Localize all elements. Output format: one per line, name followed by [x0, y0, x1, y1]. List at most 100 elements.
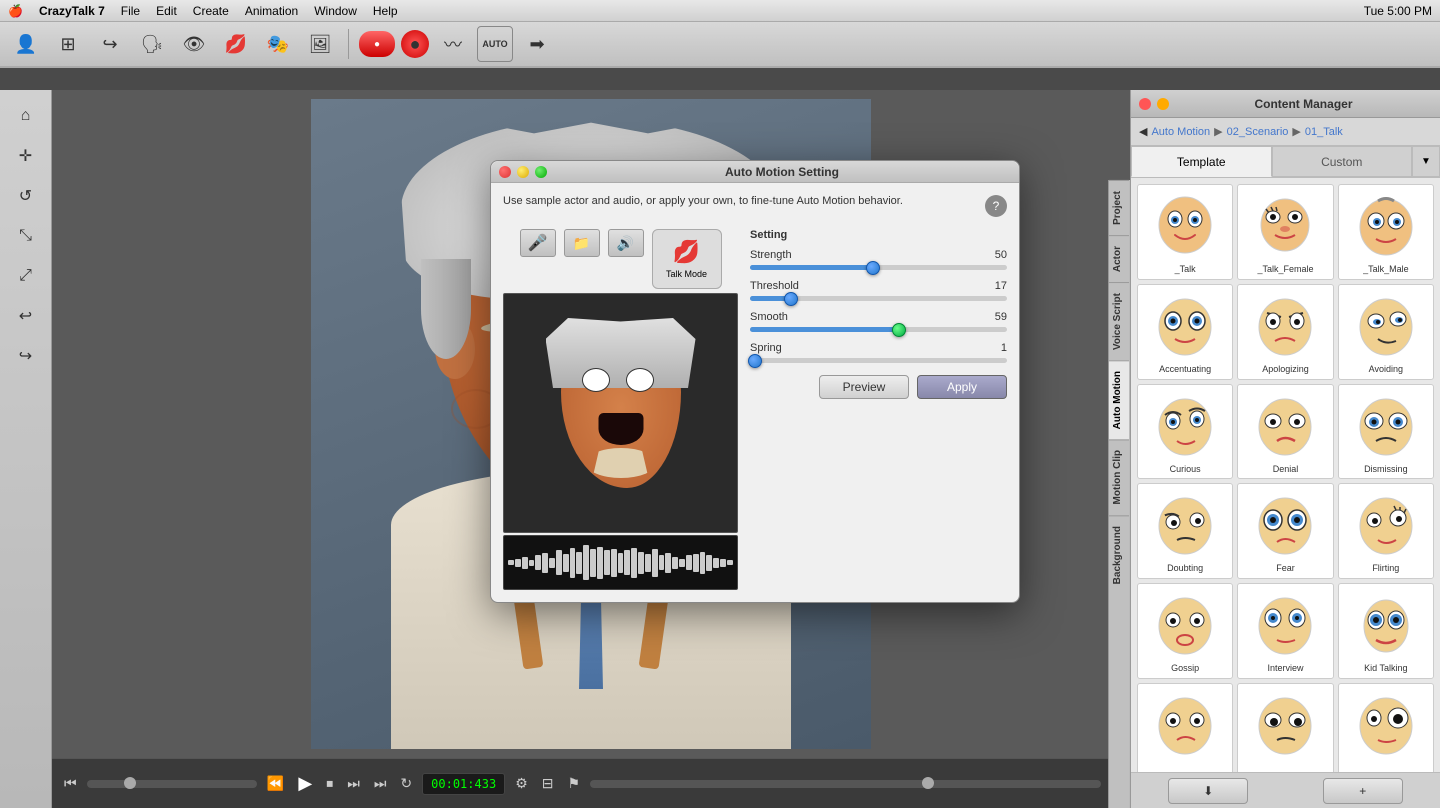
separator-1 [348, 29, 349, 59]
rotate-btn[interactable]: ↺ [8, 178, 44, 214]
cm-grid: _Talk [1131, 178, 1440, 772]
apply-button[interactable]: Apply [917, 375, 1007, 399]
export-btn[interactable]: ➡ [519, 26, 555, 62]
item-label: Gossip [1171, 663, 1199, 674]
list-item[interactable]: _Talk_Female [1237, 184, 1333, 280]
side-tabs: Project Actor Voice Script Auto Motion M… [1108, 180, 1130, 808]
cm-download-btn[interactable]: ⬇ [1168, 778, 1248, 804]
head-btn[interactable]: 🗣 [134, 26, 170, 62]
motion-btn[interactable]: ↪ [92, 26, 128, 62]
move-btn[interactable]: ✛ [8, 138, 44, 174]
strength-slider[interactable] [750, 265, 1007, 270]
threshold-value: 17 [995, 280, 1007, 292]
audio-btn[interactable]: 〰 [435, 26, 471, 62]
undo-btn[interactable]: ↩ [8, 298, 44, 334]
apple-menu[interactable]: 🍎 [8, 4, 23, 18]
list-item[interactable]: Apologizing [1237, 284, 1333, 380]
redo-btn[interactable]: ↪ [8, 338, 44, 374]
list-item[interactable]: Denial [1237, 384, 1333, 480]
side-tab-background[interactable]: Background [1109, 515, 1129, 594]
breadcrumb-talk[interactable]: 01_Talk [1305, 126, 1343, 138]
preview-button[interactable]: Preview [819, 375, 909, 399]
breadcrumb-auto-motion[interactable]: Auto Motion [1151, 126, 1210, 138]
face-btn[interactable]: 🎭 [260, 26, 296, 62]
loop-btn[interactable]: ↻ [396, 773, 416, 794]
skip-btn[interactable]: ⏭ [370, 773, 391, 794]
list-item[interactable]: _Talk [1137, 184, 1233, 280]
playback-track[interactable] [590, 780, 1101, 788]
side-tab-voice-script[interactable]: Voice Script [1109, 282, 1129, 360]
auto-btn[interactable]: AUTO [477, 26, 513, 62]
side-tab-project[interactable]: Project [1109, 180, 1129, 235]
side-tab-auto-motion[interactable]: Auto Motion [1109, 360, 1129, 439]
list-item[interactable]: Dismissing [1338, 384, 1434, 480]
list-item[interactable]: Interview [1237, 583, 1333, 679]
breadcrumb-back[interactable]: ◀ [1139, 125, 1147, 138]
item-label: Denial [1273, 464, 1299, 475]
stop-btn[interactable]: ⏹ [322, 773, 337, 794]
menu-animation[interactable]: Animation [245, 4, 298, 18]
menu-create[interactable]: Create [193, 4, 229, 18]
cm-tab-template[interactable]: Template [1131, 146, 1272, 177]
mouth-btn[interactable]: 💋 [218, 26, 254, 62]
side-tab-motion-clip[interactable]: Motion Clip [1109, 439, 1129, 514]
list-item[interactable]: ... [1137, 683, 1233, 772]
record2-btn[interactable]: ● [401, 30, 429, 58]
item-label: Flirting [1372, 563, 1399, 574]
list-item[interactable]: ... [1338, 683, 1434, 772]
cm-tab-dropdown[interactable]: ▼ [1412, 146, 1440, 177]
settings-btn[interactable]: ⚙ [511, 773, 532, 794]
cm-add-btn[interactable]: + [1323, 778, 1403, 804]
menu-window[interactable]: Window [314, 4, 357, 18]
jump-start-btn[interactable]: ⏮ [60, 773, 81, 794]
auto-motion-dialog: Auto Motion Setting Use sample actor and… [490, 160, 1020, 603]
dialog-zoom-btn[interactable] [535, 166, 547, 178]
photo-btn[interactable]: 🖼 [302, 26, 338, 62]
list-item[interactable]: Accentuating [1137, 284, 1233, 380]
preview-speaker-btn[interactable]: 🔊 [608, 229, 644, 257]
list-item[interactable]: Flirting [1338, 483, 1434, 579]
marker-btn[interactable]: ⚑ [563, 773, 584, 794]
cm-minimize-btn[interactable] [1157, 98, 1169, 110]
grid-btn[interactable]: ⊟ [538, 773, 558, 794]
dialog-close-btn[interactable] [499, 166, 511, 178]
list-item[interactable]: Gossip [1137, 583, 1233, 679]
actor-btn[interactable]: 👤 [8, 26, 44, 62]
item-thumb [1149, 488, 1221, 560]
eye-btn[interactable]: 👁 [176, 26, 212, 62]
side-tab-actor[interactable]: Actor [1109, 235, 1129, 282]
play-btn[interactable]: ▶ [294, 771, 316, 796]
threshold-slider[interactable] [750, 296, 1007, 301]
list-item[interactable]: ... [1237, 683, 1333, 772]
preview-mic-btn[interactable]: 🎤 [520, 229, 556, 257]
record-btn[interactable]: ● [359, 31, 395, 57]
scale-btn[interactable]: ⤡ [8, 218, 44, 254]
item-thumb [1249, 688, 1321, 760]
dialog-minimize-btn[interactable] [517, 166, 529, 178]
cm-tab-custom[interactable]: Custom [1272, 146, 1413, 177]
preview-file-btn[interactable]: 📁 [564, 229, 600, 257]
strength-value: 50 [995, 249, 1007, 261]
spring-slider[interactable] [750, 358, 1007, 363]
menu-edit[interactable]: Edit [156, 4, 177, 18]
item-thumb [1249, 289, 1321, 361]
talk-mode-btn[interactable]: 💋 Talk Mode [652, 229, 722, 289]
home-btn[interactable]: ⌂ [8, 98, 44, 134]
list-item[interactable]: Curious [1137, 384, 1233, 480]
breadcrumb-scenario[interactable]: 02_Scenario [1227, 126, 1289, 138]
rewind-btn[interactable]: ⏪ [263, 773, 288, 794]
list-item[interactable]: Avoiding [1338, 284, 1434, 380]
list-item[interactable]: Doubting [1137, 483, 1233, 579]
list-item[interactable]: _Talk_Male [1338, 184, 1434, 280]
list-item[interactable]: Kid Talking [1338, 583, 1434, 679]
cm-close-btn[interactable] [1139, 98, 1151, 110]
menu-help[interactable]: Help [373, 4, 398, 18]
list-item[interactable]: Fear [1237, 483, 1333, 579]
next-btn[interactable]: ⏭ [343, 773, 364, 794]
smooth-slider[interactable] [750, 327, 1007, 332]
help-button[interactable]: ? [985, 195, 1007, 217]
fullscreen-btn[interactable]: ⤢ [8, 258, 44, 294]
scene-btn[interactable]: ⊞ [50, 26, 86, 62]
menu-file[interactable]: File [121, 4, 140, 18]
volume-track[interactable] [87, 780, 257, 788]
